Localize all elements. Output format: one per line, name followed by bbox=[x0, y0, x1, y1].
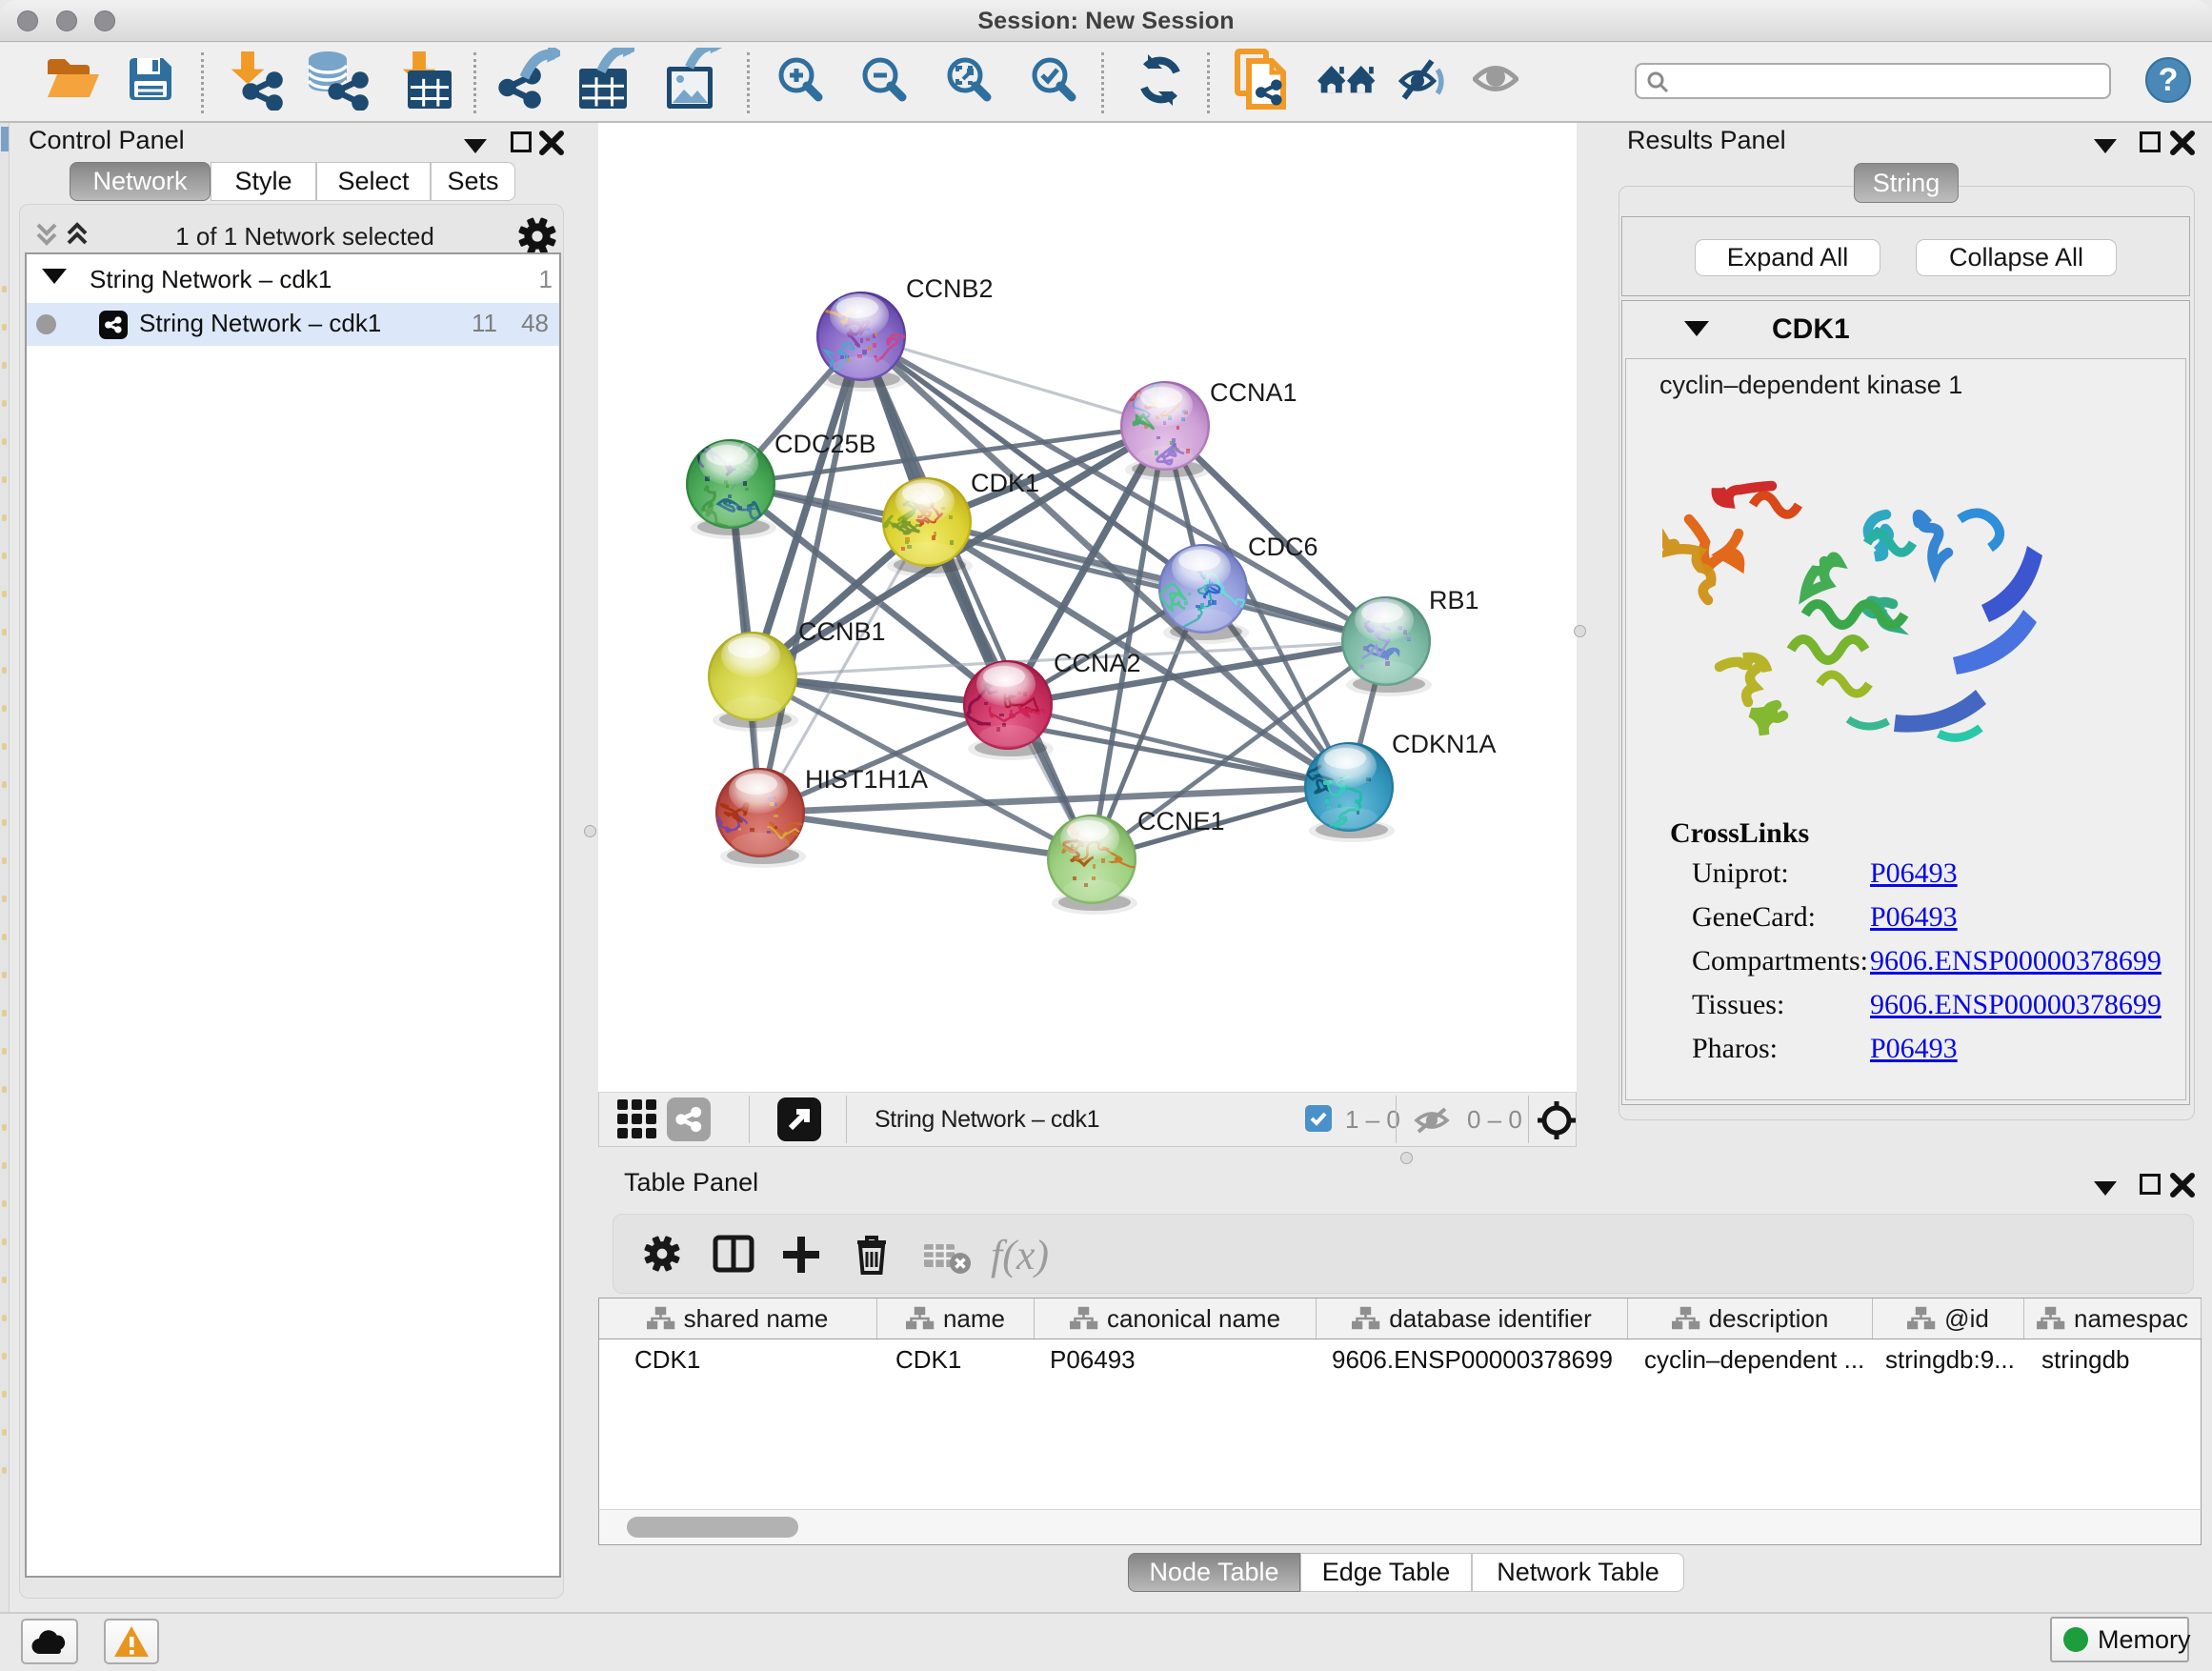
svg-text:CDC25B: CDC25B bbox=[774, 430, 876, 458]
svg-text:HIST1H1A: HIST1H1A bbox=[805, 765, 928, 794]
svg-text:CCNA2: CCNA2 bbox=[1054, 649, 1141, 677]
svg-text:CDC6: CDC6 bbox=[1248, 533, 1318, 561]
svg-text:RB1: RB1 bbox=[1429, 586, 1479, 614]
svg-text:CCNA1: CCNA1 bbox=[1210, 378, 1297, 407]
svg-text:CCNB2: CCNB2 bbox=[906, 274, 994, 303]
svg-text:CDKN1A: CDKN1A bbox=[1392, 730, 1497, 758]
svg-text:CDK1: CDK1 bbox=[971, 469, 1039, 497]
svg-text:CCNE1: CCNE1 bbox=[1137, 807, 1225, 836]
svg-text:CCNB1: CCNB1 bbox=[798, 617, 886, 646]
